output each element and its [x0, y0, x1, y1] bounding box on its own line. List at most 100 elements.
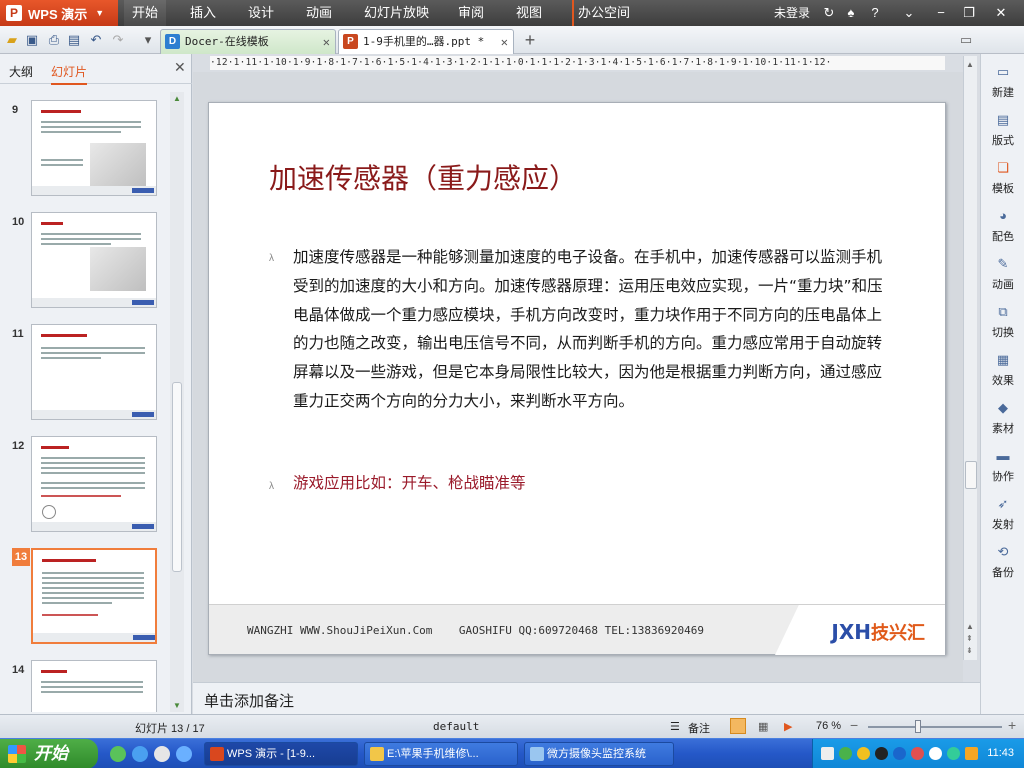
slide-thumbnail-9[interactable]: 9	[0, 100, 170, 200]
print-icon[interactable]: ⎙	[46, 32, 62, 48]
next-slide-icon[interactable]: ⇟	[966, 646, 973, 655]
notes-toggle-icon[interactable]: ☰	[670, 720, 680, 733]
login-status[interactable]: 未登录	[774, 0, 810, 26]
save-icon[interactable]: ▣	[24, 32, 40, 48]
open-folder-icon[interactable]: ▰	[4, 32, 20, 48]
tab-outline[interactable]: 大纲	[9, 63, 33, 80]
task-explorer[interactable]: E:\苹果手机维修\...	[364, 742, 518, 766]
keyboard-icon[interactable]	[821, 747, 834, 760]
sidebar-template[interactable]: ❏ 模板	[981, 156, 1024, 202]
slide-title[interactable]: 加速传感器（重力感应）	[269, 157, 577, 197]
sidebar-layout[interactable]: ▤ 版式	[981, 108, 1024, 154]
shirt-skin-icon[interactable]: ♠	[842, 4, 860, 22]
sidebar-material[interactable]: ◆ 素材	[981, 396, 1024, 442]
close-panel-icon[interactable]: ✕	[174, 59, 186, 76]
slideshow-icon[interactable]: ▶	[784, 720, 792, 733]
tab-docer[interactable]: D Docer-在线模板 ✕	[160, 29, 336, 54]
sidebar-label: 新建	[992, 87, 1014, 99]
quicklaunch-media-icon[interactable]	[154, 746, 170, 762]
help-icon[interactable]: ?	[866, 4, 884, 22]
sidebar-color[interactable]: ◕ 配色	[981, 204, 1024, 250]
task-label: E:\苹果手机维修\...	[387, 748, 479, 760]
sidebar-transition[interactable]: ⧉ 切换	[981, 300, 1024, 346]
sidebar-effect[interactable]: ▦ 效果	[981, 348, 1024, 394]
normal-view-icon[interactable]	[730, 718, 746, 734]
slide-thumbnail-13[interactable]: 13	[0, 548, 170, 648]
task-wps[interactable]: WPS 演示 - [1-9...	[204, 742, 358, 766]
scroll-up-icon[interactable]: ▲	[173, 94, 181, 103]
menu-view[interactable]: 视图	[508, 0, 550, 26]
collapse-ribbon-icon[interactable]: ⌄	[900, 4, 918, 22]
sidebar-publish[interactable]: ➶ 发射	[981, 492, 1024, 538]
zoom-slider[interactable]	[868, 726, 1002, 728]
task-camera[interactable]: 微方摄像头监控系统	[524, 742, 674, 766]
menu-insert[interactable]: 插入	[182, 0, 224, 26]
qq-icon[interactable]	[875, 747, 888, 760]
close-icon[interactable]: ✕	[992, 4, 1010, 22]
menu-animation[interactable]: 动画	[298, 0, 340, 26]
quicklaunch-desktop-icon[interactable]	[176, 746, 192, 762]
menu-slideshow[interactable]: 幻灯片放映	[356, 0, 437, 26]
tray-app-icon[interactable]	[839, 747, 852, 760]
toolbar-dropdown-icon[interactable]: ▾	[140, 32, 156, 48]
restore-icon[interactable]: ❐	[960, 4, 978, 22]
quicklaunch-browser-icon[interactable]	[132, 746, 148, 762]
thumbnail-scrollbar[interactable]: ▲ ▼	[170, 92, 184, 712]
slide-number: 11	[12, 328, 24, 340]
slide-sorter-icon[interactable]: ▦	[758, 720, 768, 733]
backup-icon: ⟲	[997, 544, 1009, 559]
prev-slide-icon[interactable]: ⇞	[966, 634, 973, 643]
start-button[interactable]: 开始	[0, 739, 98, 768]
security-shield-icon[interactable]	[965, 747, 978, 760]
slide-thumbnail-12[interactable]: 12	[0, 436, 170, 536]
zoom-level[interactable]: 76 %	[816, 720, 841, 732]
volume-icon[interactable]	[929, 747, 942, 760]
tray-app-icon[interactable]	[911, 747, 924, 760]
tab-list-icon[interactable]: ▭	[958, 32, 974, 48]
bullet-icon: λ	[269, 253, 274, 264]
slide-body-text[interactable]: 加速度传感器是一种能够测量加速度的电子设备。在手机中，加速传感器可以监测手机受到…	[293, 243, 897, 416]
network-icon[interactable]	[947, 747, 960, 760]
sidebar-collab[interactable]: ▬ 协作	[981, 444, 1024, 490]
sidebar-new[interactable]: ▭ 新建	[981, 60, 1024, 106]
zoom-in-icon[interactable]: +	[1008, 717, 1016, 733]
menu-review[interactable]: 审阅	[450, 0, 492, 26]
scrollbar-thumb[interactable]	[172, 382, 182, 572]
quicklaunch-ie-icon[interactable]	[110, 746, 126, 762]
tab-ppt[interactable]: P 1-9手机里的…器.ppt * ✕	[338, 29, 514, 54]
notes-toggle-label[interactable]: 备注	[688, 720, 710, 736]
menu-design[interactable]: 设计	[240, 0, 282, 26]
tray-app-icon[interactable]	[893, 747, 906, 760]
scroll-down-icon[interactable]: ▲	[966, 622, 974, 631]
slide-game-apps-text[interactable]: 游戏应用比如：开车、枪战瞄准等	[293, 471, 526, 493]
refresh-icon[interactable]: ↻	[820, 4, 838, 22]
notes-pane[interactable]: 单击添加备注	[193, 682, 980, 714]
scroll-up-icon[interactable]: ▲	[966, 60, 974, 69]
undo-icon[interactable]: ↶	[88, 32, 104, 48]
close-tab-icon[interactable]: ✕	[323, 30, 330, 54]
zoom-out-icon[interactable]: −	[850, 717, 858, 733]
slide-thumbnail-10[interactable]: 10	[0, 212, 170, 312]
zoom-slider-knob[interactable]	[914, 720, 921, 733]
wps-app-menu[interactable]: P WPS 演示 ▼	[0, 0, 118, 26]
slide-scrollbar[interactable]: ▲ ▲ ⇞ ⇟	[963, 56, 977, 660]
menu-home[interactable]: 开始	[124, 0, 167, 26]
sidebar-backup[interactable]: ⟲ 备份	[981, 540, 1024, 586]
current-slide[interactable]: 加速传感器（重力感应） λ 加速度传感器是一种能够测量加速度的电子设备。在手机中…	[208, 102, 946, 655]
tray-app-icon[interactable]	[857, 747, 870, 760]
slide-thumbnail-11[interactable]: 11	[0, 324, 170, 424]
print-preview-icon[interactable]: ▤	[66, 32, 82, 48]
minimize-icon[interactable]: −	[932, 4, 950, 22]
notes-placeholder[interactable]: 单击添加备注	[204, 690, 294, 711]
scroll-down-icon[interactable]: ▼	[173, 701, 181, 710]
slide-thumbnail-14[interactable]: 14	[0, 660, 170, 712]
redo-icon[interactable]: ↷	[110, 32, 126, 48]
close-tab-icon[interactable]: ✕	[501, 30, 508, 54]
new-tab-icon[interactable]: +	[522, 31, 538, 49]
scrollbar-thumb[interactable]	[965, 461, 977, 489]
sidebar-label: 动画	[992, 279, 1014, 291]
material-icon: ◆	[998, 400, 1008, 415]
menu-office-space[interactable]: 办公空间	[572, 0, 638, 26]
sidebar-animation[interactable]: ✎ 动画	[981, 252, 1024, 298]
tab-slides[interactable]: 幻灯片	[51, 63, 88, 85]
